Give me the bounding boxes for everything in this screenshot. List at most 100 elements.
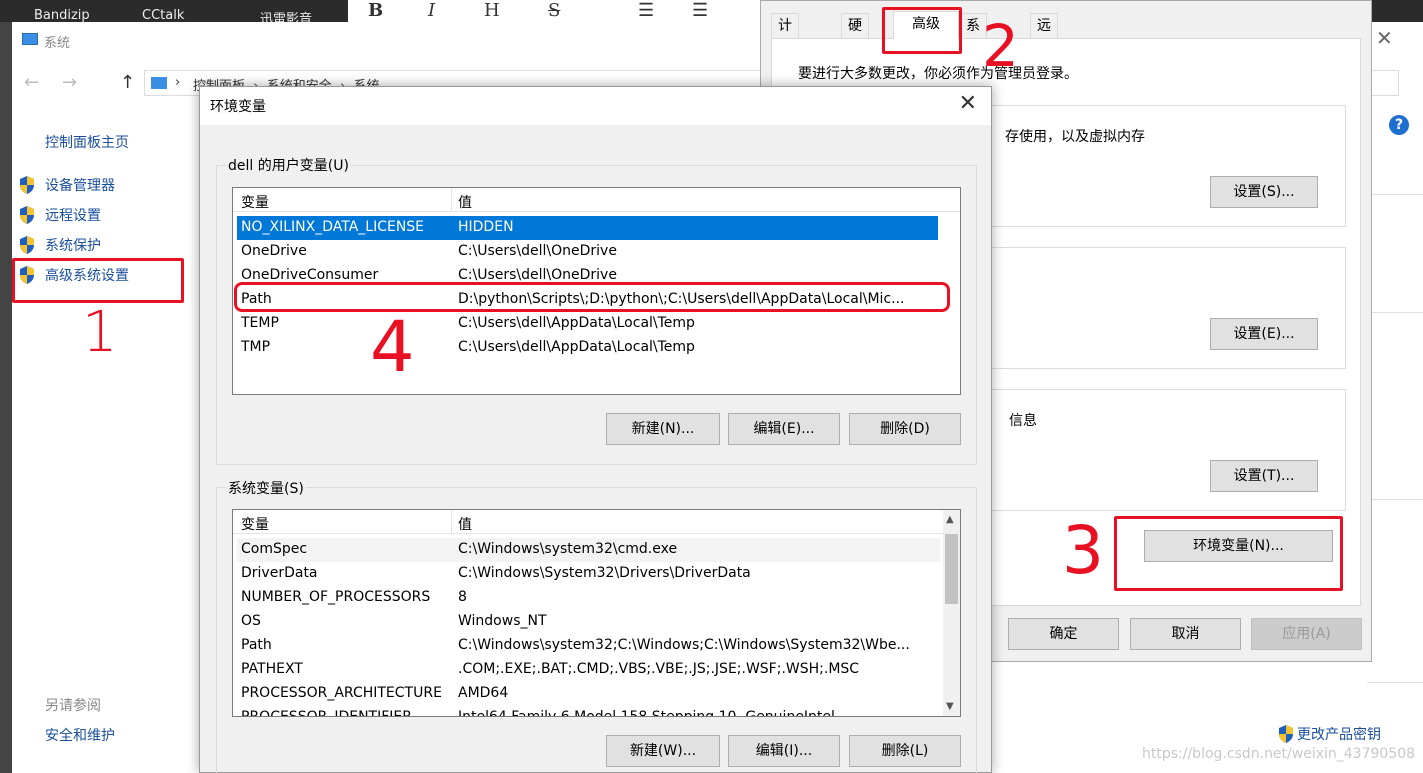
vertical-scrollbar[interactable]: ▲ ▼ <box>943 510 960 716</box>
env-titlebar: 环境变量 ✕ <box>200 87 991 125</box>
help-icon[interactable]: ? <box>1389 115 1409 135</box>
variable-value: Windows_NT <box>458 613 547 629</box>
change-product-key-link[interactable]: 更改产品密钥 <box>1277 724 1381 744</box>
list-header: 变量 值 <box>233 510 960 534</box>
table-row[interactable]: OS Windows_NT <box>237 610 940 634</box>
annotation-number-4: 4 <box>370 306 415 388</box>
user-delete-button[interactable]: 删除(D) <box>849 413 961 445</box>
divider <box>1367 194 1423 195</box>
see-also-heading: 另请参阅 <box>45 698 101 714</box>
numbered-list-button[interactable]: ☰ <box>692 0 708 21</box>
variable-value: C:\Users\dell\OneDrive <box>458 267 617 283</box>
sidebar-item-label: 远程设置 <box>45 208 101 224</box>
performance-settings-button[interactable]: 设置(S)... <box>1210 176 1318 208</box>
system-delete-button[interactable]: 删除(L) <box>849 735 961 767</box>
table-row[interactable]: ComSpec C:\Windows\system32\cmd.exe <box>237 538 940 562</box>
variable-value: C:\Windows\system32;C:\Windows;C:\Window… <box>458 637 910 653</box>
italic-button[interactable]: I <box>428 0 435 21</box>
variable-name: Path <box>241 637 272 653</box>
user-edit-button[interactable]: 编辑(E)... <box>728 413 840 445</box>
annotation-box-env-button <box>1114 516 1343 591</box>
chevron-up-icon[interactable]: ▲ <box>946 514 954 525</box>
system-window-title: 系统 <box>44 36 71 51</box>
strikethrough-button[interactable]: S <box>548 0 560 21</box>
startup-settings-button[interactable]: 设置(T)... <box>1210 460 1318 492</box>
table-row[interactable]: TMP C:\Users\dell\AppData\Local\Temp <box>237 336 938 360</box>
bold-button[interactable]: B <box>368 0 383 21</box>
column-header-value[interactable]: 值 <box>458 192 472 212</box>
breadcrumb-chevron-icon: › <box>175 75 181 90</box>
variable-name: NO_XILINX_DATA_LICENSE <box>241 219 425 235</box>
table-row[interactable]: NUMBER_OF_PROCESSORS 8 <box>237 586 940 610</box>
table-row[interactable]: NO_XILINX_DATA_LICENSE HIDDEN <box>237 216 938 240</box>
table-row[interactable]: OneDrive C:\Users\dell\OneDrive <box>237 240 938 264</box>
annotation-number-3: 3 <box>1062 512 1104 589</box>
variable-name: OneDrive <box>241 243 307 259</box>
column-header-variable[interactable]: 变量 <box>241 514 269 534</box>
annotation-number-2: 2 <box>982 12 1019 80</box>
tab-advanced[interactable]: 高级 <box>893 11 959 39</box>
sidebar-item-device-manager[interactable]: 设备管理器 <box>18 173 115 197</box>
control-panel-home-link[interactable]: 控制面板主页 <box>45 132 129 152</box>
sidebar-item-label: 系统保护 <box>45 238 101 254</box>
divider <box>1367 312 1423 313</box>
desktop-edge <box>0 22 12 773</box>
variable-name: TMP <box>241 339 271 355</box>
system-window-close-icon[interactable]: ✕ <box>1376 26 1403 50</box>
variable-name: OS <box>241 613 261 629</box>
table-row[interactable]: TEMP C:\Users\dell\AppData\Local\Temp <box>237 312 938 336</box>
column-separator <box>451 510 452 534</box>
variable-value: 8 <box>458 589 467 605</box>
shield-icon <box>1279 725 1293 743</box>
variable-value: Intel64 Family 6 Model 158 Stepping 10, … <box>458 709 835 717</box>
system-variables-label: 系统变量(S) <box>226 478 306 498</box>
desktop-icon-label-cctalk[interactable]: CCtalk <box>142 8 184 23</box>
tab-hardware[interactable]: 硬件 <box>841 13 869 58</box>
annotation-box-advanced-settings <box>12 258 184 303</box>
user-variables-label: dell 的用户变量(U) <box>226 155 351 175</box>
shield-icon <box>20 206 34 224</box>
table-row[interactable]: DriverData C:\Windows\System32\Drivers\D… <box>237 562 940 586</box>
computer-icon <box>22 33 38 45</box>
performance-description: 存使用，以及虚拟内存 <box>1005 129 1145 145</box>
system-edit-button[interactable]: 编辑(I)... <box>728 735 840 767</box>
cancel-button[interactable]: 取消 <box>1130 618 1241 650</box>
variable-name: PROCESSOR_ARCHITECTURE <box>241 685 442 701</box>
ok-button[interactable]: 确定 <box>1008 618 1119 650</box>
tab-computer-name[interactable]: 计算机名 <box>771 13 799 106</box>
user-profiles-settings-button[interactable]: 设置(E)... <box>1210 318 1318 350</box>
change-product-key-label: 更改产品密钥 <box>1297 727 1381 743</box>
table-row[interactable]: PROCESSOR_IDENTIFIER Intel64 Family 6 Mo… <box>237 706 940 717</box>
back-arrow-icon[interactable]: ← <box>24 72 39 93</box>
column-header-value[interactable]: 值 <box>458 514 472 534</box>
bullet-list-button[interactable]: ☰ <box>638 0 654 21</box>
sidebar-item-system-protection[interactable]: 系统保护 <box>18 233 101 257</box>
annotation-box-path-row <box>234 282 950 312</box>
variable-value: C:\Users\dell\OneDrive <box>458 243 617 259</box>
variable-value: HIDDEN <box>458 219 514 235</box>
tab-remote[interactable]: 远程 <box>1030 13 1058 58</box>
forward-arrow-icon[interactable]: → <box>62 72 77 93</box>
table-row[interactable]: Path C:\Windows\system32;C:\Windows;C:\W… <box>237 634 940 658</box>
chevron-down-icon[interactable]: ▼ <box>946 701 954 712</box>
security-maintenance-link[interactable]: 安全和维护 <box>45 725 115 745</box>
heading-button[interactable]: H <box>484 0 500 21</box>
variable-value: .COM;.EXE;.BAT;.CMD;.VBS;.VBE;.JS;.JSE;.… <box>458 661 860 677</box>
up-arrow-icon[interactable]: ↑ <box>120 72 135 93</box>
system-new-button[interactable]: 新建(W)... <box>606 735 720 767</box>
table-row[interactable]: PATHEXT .COM;.EXE;.BAT;.CMD;.VBS;.VBE;.J… <box>237 658 940 682</box>
variable-value: C:\Windows\System32\Drivers\DriverData <box>458 565 751 581</box>
apply-button[interactable]: 应用(A) <box>1251 618 1362 650</box>
desktop-icon-label-bandizip[interactable]: Bandizip <box>34 8 90 23</box>
table-row[interactable]: PROCESSOR_ARCHITECTURE AMD64 <box>237 682 940 706</box>
variable-name: DriverData <box>241 565 318 581</box>
user-new-button[interactable]: 新建(N)... <box>606 413 720 445</box>
scrollbar-thumb[interactable] <box>945 534 958 604</box>
column-header-variable[interactable]: 变量 <box>241 192 269 212</box>
startup-description: 信息 <box>1009 413 1037 429</box>
shield-icon <box>20 236 34 254</box>
system-variables-list[interactable]: 变量 值 ComSpec C:\Windows\system32\cmd.exe… <box>232 509 961 717</box>
sidebar-item-remote-settings[interactable]: 远程设置 <box>18 203 101 227</box>
word-toolbar: B I H S ☰ ☰ <box>348 0 768 22</box>
close-icon[interactable]: ✕ <box>959 91 977 116</box>
